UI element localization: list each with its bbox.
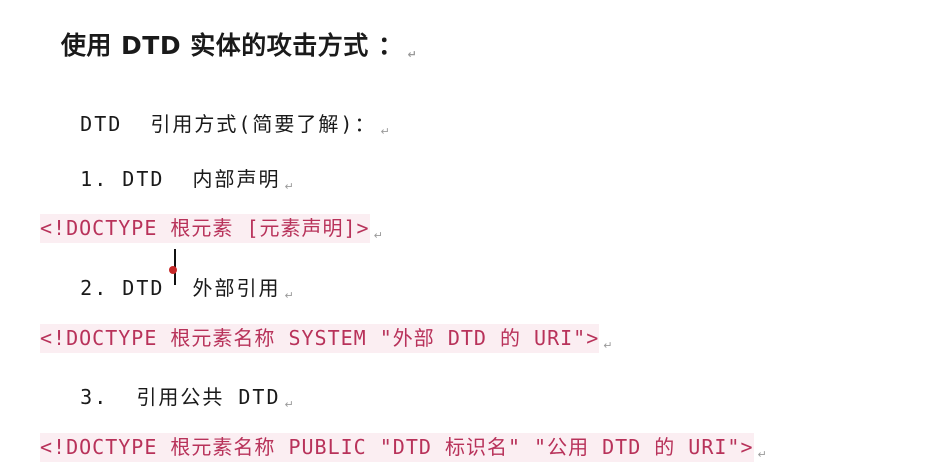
item-3-text: 3. 引用公共 DTD xyxy=(80,385,281,409)
pointer-dot-icon xyxy=(169,266,177,274)
code-1-text: <!DOCTYPE 根元素 [元素声明]> xyxy=(40,214,370,243)
paragraph-mark-icon: ↵ xyxy=(407,48,417,61)
paragraph-mark-icon: ↵ xyxy=(380,125,390,138)
paragraph-mark-icon: ↵ xyxy=(373,229,383,242)
code-2-text: <!DOCTYPE 根元素名称 SYSTEM "外部 DTD 的 URI"> xyxy=(40,324,600,353)
intro-text: DTD 引用方式(简要了解)： xyxy=(80,112,377,136)
paragraph-mark-icon: ↵ xyxy=(757,448,767,461)
paragraph-mark-icon: ↵ xyxy=(603,339,613,352)
heading-text: 使用 DTD 实体的攻击方式 ： xyxy=(60,31,404,60)
heading-line: 使用 DTD 实体的攻击方式 ： ↵ xyxy=(24,8,417,85)
paragraph-mark-icon: ↵ xyxy=(284,180,294,193)
code-3-line: <!DOCTYPE 根元素名称 PUBLIC "DTD 标识名" "公用 DTD… xyxy=(24,421,767,476)
intro-line: DTD 引用方式(简要了解)： ↵ xyxy=(24,94,390,157)
code-1-line: <!DOCTYPE 根元素 [元素声明]> ↵ xyxy=(24,202,383,257)
paragraph-mark-icon: ↵ xyxy=(284,289,294,302)
item-2-text: 2. DTD 外部引用 xyxy=(80,276,281,300)
item-1-text: 1. DTD 内部声明 xyxy=(80,167,281,191)
code-3-text: <!DOCTYPE 根元素名称 PUBLIC "DTD 标识名" "公用 DTD… xyxy=(40,433,754,462)
paragraph-mark-icon: ↵ xyxy=(284,398,294,411)
document-page: 使用 DTD 实体的攻击方式 ： ↵ DTD 引用方式(简要了解)： ↵ 1. DT… xyxy=(0,0,945,473)
code-2-line: <!DOCTYPE 根元素名称 SYSTEM "外部 DTD 的 URI"> ↵ xyxy=(24,312,612,367)
